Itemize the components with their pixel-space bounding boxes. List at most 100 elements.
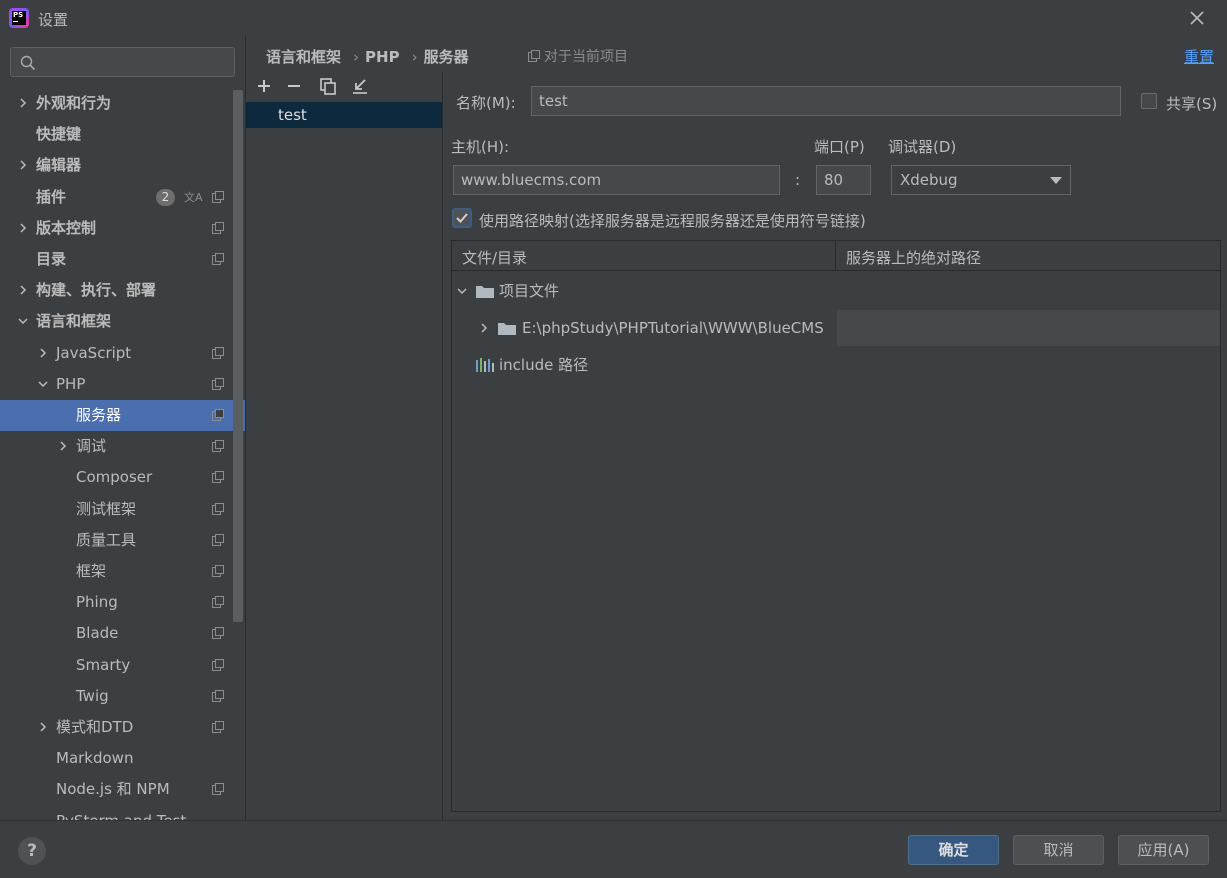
host-field[interactable]: www.bluecms.com [453,165,780,195]
project-scope-icon [528,50,540,62]
chevron-right-icon[interactable] [17,284,29,296]
sidebar-item[interactable]: PHP [0,369,232,400]
sidebar-item-label: 外观和行为 [36,94,112,112]
sidebar-item-label: 插件 [36,187,67,206]
project-scope-icon [212,440,224,453]
sidebar-item[interactable]: 目录 [0,244,232,275]
import-icon[interactable] [350,76,370,96]
tree-scrollbar[interactable] [233,90,243,622]
project-files-label: 项目文件 [499,282,560,300]
table-row-project-path[interactable]: E:\phpStudy\PHPTutorial\WWW\BlueCMS [452,310,1220,346]
checkmark-icon [456,213,468,223]
chevron-right-icon[interactable] [57,440,69,452]
divider [0,820,1227,821]
sidebar-item[interactable]: 编辑器 [0,150,232,181]
breadcrumb-separator-icon: › [411,48,418,66]
project-scope-icon [212,502,224,515]
search-icon [20,55,36,71]
chevron-down-icon[interactable] [37,378,49,390]
sidebar-item[interactable]: 模式和DTD [0,712,232,743]
table-header: 文件/目录 服务器上的绝对路径 [452,241,1220,271]
chevron-right-icon[interactable] [17,97,29,109]
use-path-mapping-checkbox[interactable] [452,208,472,228]
project-scope-icon [212,377,224,390]
breadcrumb-item: PHP [365,48,400,66]
sidebar-item[interactable]: Composer [0,462,232,493]
server-list-item[interactable]: test [246,102,442,128]
project-scope-icon [212,627,224,640]
sidebar-item[interactable]: 外观和行为 [0,88,232,119]
chevron-down-icon [1050,177,1062,184]
sidebar-item[interactable]: 语言和框架 [0,306,232,337]
apply-button[interactable]: 应用(A) [1118,835,1209,865]
cancel-button[interactable]: 取消 [1013,835,1104,865]
sidebar-item[interactable]: 质量工具 [0,525,232,556]
port-label: 端口(P) [814,138,865,156]
reset-link[interactable]: 重置 [1184,46,1214,67]
use-path-mapping-label: 使用路径映射(选择服务器是远程服务器还是使用符号链接) [479,212,866,230]
sidebar-item[interactable]: Twig [0,681,232,712]
sidebar-item[interactable]: Smarty [0,650,232,681]
chevron-right-icon[interactable] [17,222,29,234]
library-icon [476,358,494,372]
sidebar-item[interactable]: Phing [0,587,232,618]
sidebar-item[interactable]: JavaScript [0,338,232,369]
sidebar-item-label: 快捷键 [36,125,82,144]
sidebar-item[interactable]: 插件 2 文A [0,182,232,213]
sidebar-item[interactable]: 测试框架 [0,494,232,525]
column-header-local: 文件/目录 [462,249,528,267]
remove-icon[interactable] [284,76,304,96]
folder-icon [476,286,494,298]
sidebar-item[interactable]: 构建、执行、部署 [0,275,232,306]
sidebar-item[interactable]: 版本控制 [0,213,232,244]
chevron-right-icon[interactable] [37,347,49,359]
project-scope-icon [212,596,224,609]
sidebar-item[interactable]: Node.js 和 NPM [0,774,232,805]
sidebar-item-label: 调试 [76,437,107,456]
sidebar-item[interactable]: 服务器 [0,400,245,431]
sidebar-item[interactable]: 框架 [0,556,232,587]
project-scope-icon [212,346,224,359]
sidebar-item-label: 质量工具 [76,530,137,549]
share-checkbox[interactable] [1141,93,1157,109]
column-divider[interactable] [835,241,836,271]
chevron-down-icon[interactable] [456,285,468,297]
sidebar-item[interactable]: 调试 [0,431,232,462]
sidebar-item[interactable]: PyStorm and Test [0,806,232,820]
help-button[interactable]: ? [18,837,46,865]
path-mapping-table: 文件/目录 服务器上的绝对路径 项目文件 E:\phpStudy\PHPTuto… [451,240,1221,812]
project-scope-icon [212,221,224,234]
search-input[interactable] [10,47,235,77]
remote-path-cell[interactable] [837,310,1220,346]
settings-tree-panel: 外观和行为快捷键编辑器 插件 2 文A 版本控制目录 构建、执行、部署 语言和框架 JavaS… [0,36,245,820]
close-icon[interactable] [1186,7,1208,29]
chevron-right-icon[interactable] [17,159,29,171]
sidebar-item-label: 版本控制 [36,218,97,237]
column-header-remote: 服务器上的绝对路径 [846,249,982,267]
host-port-separator: : [795,171,801,189]
port-field[interactable]: 80 [816,165,871,195]
table-row-project-files[interactable]: 项目文件 [452,273,1220,309]
add-icon[interactable] [254,76,274,96]
table-row-include-paths[interactable]: include 路径 [452,347,1220,383]
divider [442,72,443,820]
sidebar-item[interactable]: 快捷键 [0,119,232,150]
chevron-down-icon[interactable] [17,315,29,327]
sidebar-item-label: Blade [76,624,119,643]
chevron-right-icon[interactable] [37,721,49,733]
project-scope-icon [212,689,224,702]
debugger-select[interactable]: Xdebug [891,165,1071,195]
ok-button[interactable]: 确定 [908,835,999,865]
sidebar-item[interactable]: Blade [0,618,232,649]
copy-icon[interactable] [318,76,338,96]
name-field[interactable]: test [531,86,1121,116]
server-list-toolbar [246,72,442,100]
chevron-right-icon[interactable] [478,322,490,334]
sidebar-item-label: Markdown [56,749,134,768]
debugger-select-value: Xdebug [900,171,958,189]
breadcrumb: 语言和框架 › PHP › 服务器 [266,46,475,66]
local-path: E:\phpStudy\PHPTutorial\WWW\BlueCMS [522,319,824,337]
sidebar-item[interactable]: Markdown [0,743,232,774]
project-scope-icon [212,658,224,671]
project-scope-icon [212,190,224,203]
